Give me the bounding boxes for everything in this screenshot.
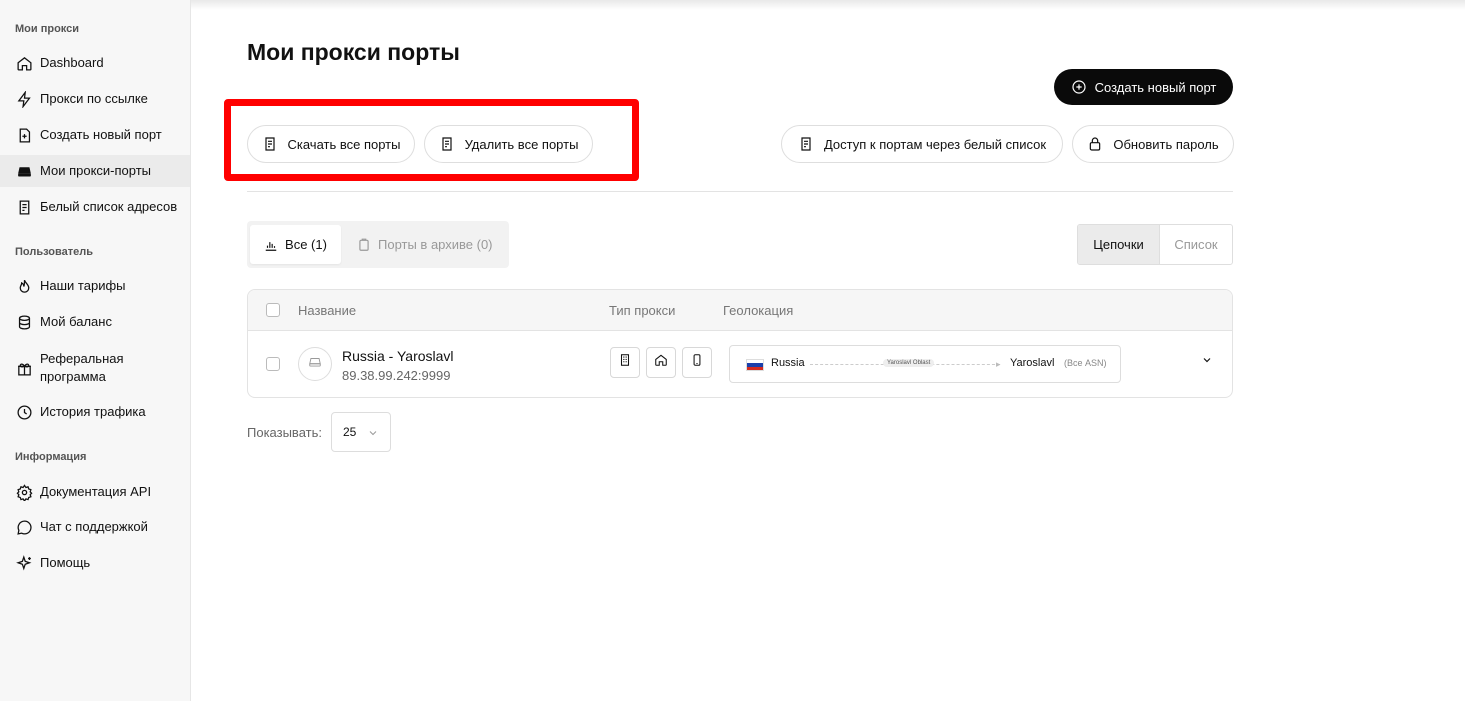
chevron-down-icon [367,427,379,439]
sidebar-item-label: Чат с поддержкой [40,519,148,534]
whitelist-access-label: Доступ к портам через белый список [823,136,1047,152]
update-password-button[interactable]: Обновить пароль [1072,125,1234,163]
sidebar-item-label: Мой баланс [40,314,112,329]
port-avatar [298,347,332,381]
geo-city: Yaroslavl [1010,357,1055,369]
section-info: Информация [15,451,87,463]
port-name: Russia - Yaroslavl [342,348,454,364]
download-all-ports-button[interactable]: Скачать все порты [247,125,415,163]
plus-circle-icon [1071,79,1087,95]
table-row[interactable]: Russia - Yaroslavl 89.38.99.242:9999 Rus… [248,331,1232,397]
chat-icon [15,518,33,536]
type-mobile[interactable] [682,347,712,378]
geo-chain: Russia Yaroslavl Oblast ▸ Yaroslavl (Все… [729,345,1121,383]
lightning-icon [15,90,33,108]
house-icon [654,353,668,372]
fire-icon [15,277,33,295]
home-icon [15,54,33,72]
view-chains-button[interactable]: Цепочки [1078,225,1160,264]
tab-all[interactable]: Все (1) [250,225,341,264]
sidebar-item-my-ports[interactable]: Мои прокси-порты [0,155,190,187]
server-icon [15,162,33,180]
sparkle-icon [15,554,33,572]
geo-country: Russia [771,357,805,369]
create-port-label: Создать новый порт [1094,79,1217,95]
page-title: Мои прокси порты [247,39,460,65]
view-toggle: Цепочки Список [1077,224,1233,265]
clipboard-icon [357,238,371,252]
type-datacenter[interactable] [610,347,640,378]
delete-all-ports-button[interactable]: Удалить все порты [424,125,593,163]
sidebar-item-label: История трафика [40,404,146,419]
sidebar-item-tariffs[interactable]: Наши тарифы [0,277,190,295]
list-doc-icon [15,198,33,216]
geo-region: Yaroslavl Oblast [883,359,935,367]
update-password-label: Обновить пароль [1113,136,1219,152]
database-icon [15,313,33,331]
sidebar-item-label: Документация API [40,484,152,499]
type-residential[interactable] [646,347,676,378]
delete-all-label: Удалить все порты [464,136,579,152]
gift-icon [15,359,33,377]
clock-icon [15,403,33,421]
document-icon [439,136,455,152]
document-icon [798,136,814,152]
tab-all-label: Все (1) [285,237,327,252]
select-all-checkbox[interactable] [266,303,280,317]
sidebar-item-create-port[interactable]: Создать новый порт [0,126,190,144]
create-port-button[interactable]: Создать новый порт [1054,69,1233,105]
gear-icon [15,483,33,501]
sidebar-item-proxy-by-link[interactable]: Прокси по ссылке [0,90,190,108]
sidebar-item-label: Наши тарифы [40,278,126,293]
per-page-label: Показывать: [247,425,322,440]
building-icon [618,353,632,372]
tabs-container: Все (1) Порты в архиве (0) [247,221,509,268]
port-address: 89.38.99.242:9999 [342,368,451,383]
divider [247,191,1233,192]
sidebar-item-support-chat[interactable]: Чат с поддержкой [0,518,190,536]
ports-table: Название Тип прокси Геолокация Russia - … [247,289,1233,398]
sidebar-item-label: Создать новый порт [40,127,162,142]
arrow-right-icon: ▸ [996,359,1001,369]
download-all-label: Скачать все порты [287,136,401,152]
per-page-value: 25 [343,425,357,439]
sidebar-item-api-docs[interactable]: Документация API [0,483,190,501]
sidebar-item-label: Dashboard [40,55,104,70]
row-checkbox[interactable] [266,357,280,371]
phone-icon [690,353,704,372]
server-icon [308,355,322,374]
sidebar-item-referral[interactable]: Реферальная программа [0,349,190,387]
document-icon [262,136,278,152]
whitelist-access-button[interactable]: Доступ к портам через белый список [781,125,1063,163]
header-geo: Геолокация [723,303,794,318]
per-page-select[interactable]: 25 [331,412,391,452]
tab-archived-label: Порты в архиве (0) [378,237,493,252]
sidebar-item-help[interactable]: Помощь [0,554,190,572]
bar-chart-icon [264,238,278,252]
sidebar-item-label: Прокси по ссылке [40,91,148,106]
lock-icon [1087,136,1103,152]
sidebar-item-label: Реферальная программа [40,351,124,384]
file-plus-icon [15,126,33,144]
top-shadow [191,0,1465,10]
expand-row-button[interactable] [1200,355,1214,369]
header-proxy-type: Тип прокси [609,303,676,318]
geo-asn: (Все ASN) [1064,358,1107,368]
sidebar-item-balance[interactable]: Мой баланс [0,313,190,331]
header-name: Название [298,303,357,318]
table-header: Название Тип прокси Геолокация [248,290,1232,331]
sidebar-item-whitelist[interactable]: Белый список адресов [0,198,190,216]
sidebar-item-label: Мои прокси-порты [40,163,152,178]
sidebar-item-label: Помощь [40,555,91,570]
view-list-button[interactable]: Список [1160,225,1232,264]
chevron-down-icon [1201,353,1213,371]
russia-flag-icon [746,359,764,371]
section-my-proxies: Мои прокси [15,23,80,35]
section-user: Пользователь [15,246,94,258]
sidebar-item-traffic-history[interactable]: История трафика [0,403,190,421]
sidebar-item-dashboard[interactable]: Dashboard [0,54,190,72]
tab-archived[interactable]: Порты в архиве (0) [357,225,493,264]
sidebar: Мои прокси Dashboard Прокси по ссылке Со… [0,0,191,701]
sidebar-item-label: Белый список адресов [40,199,178,214]
